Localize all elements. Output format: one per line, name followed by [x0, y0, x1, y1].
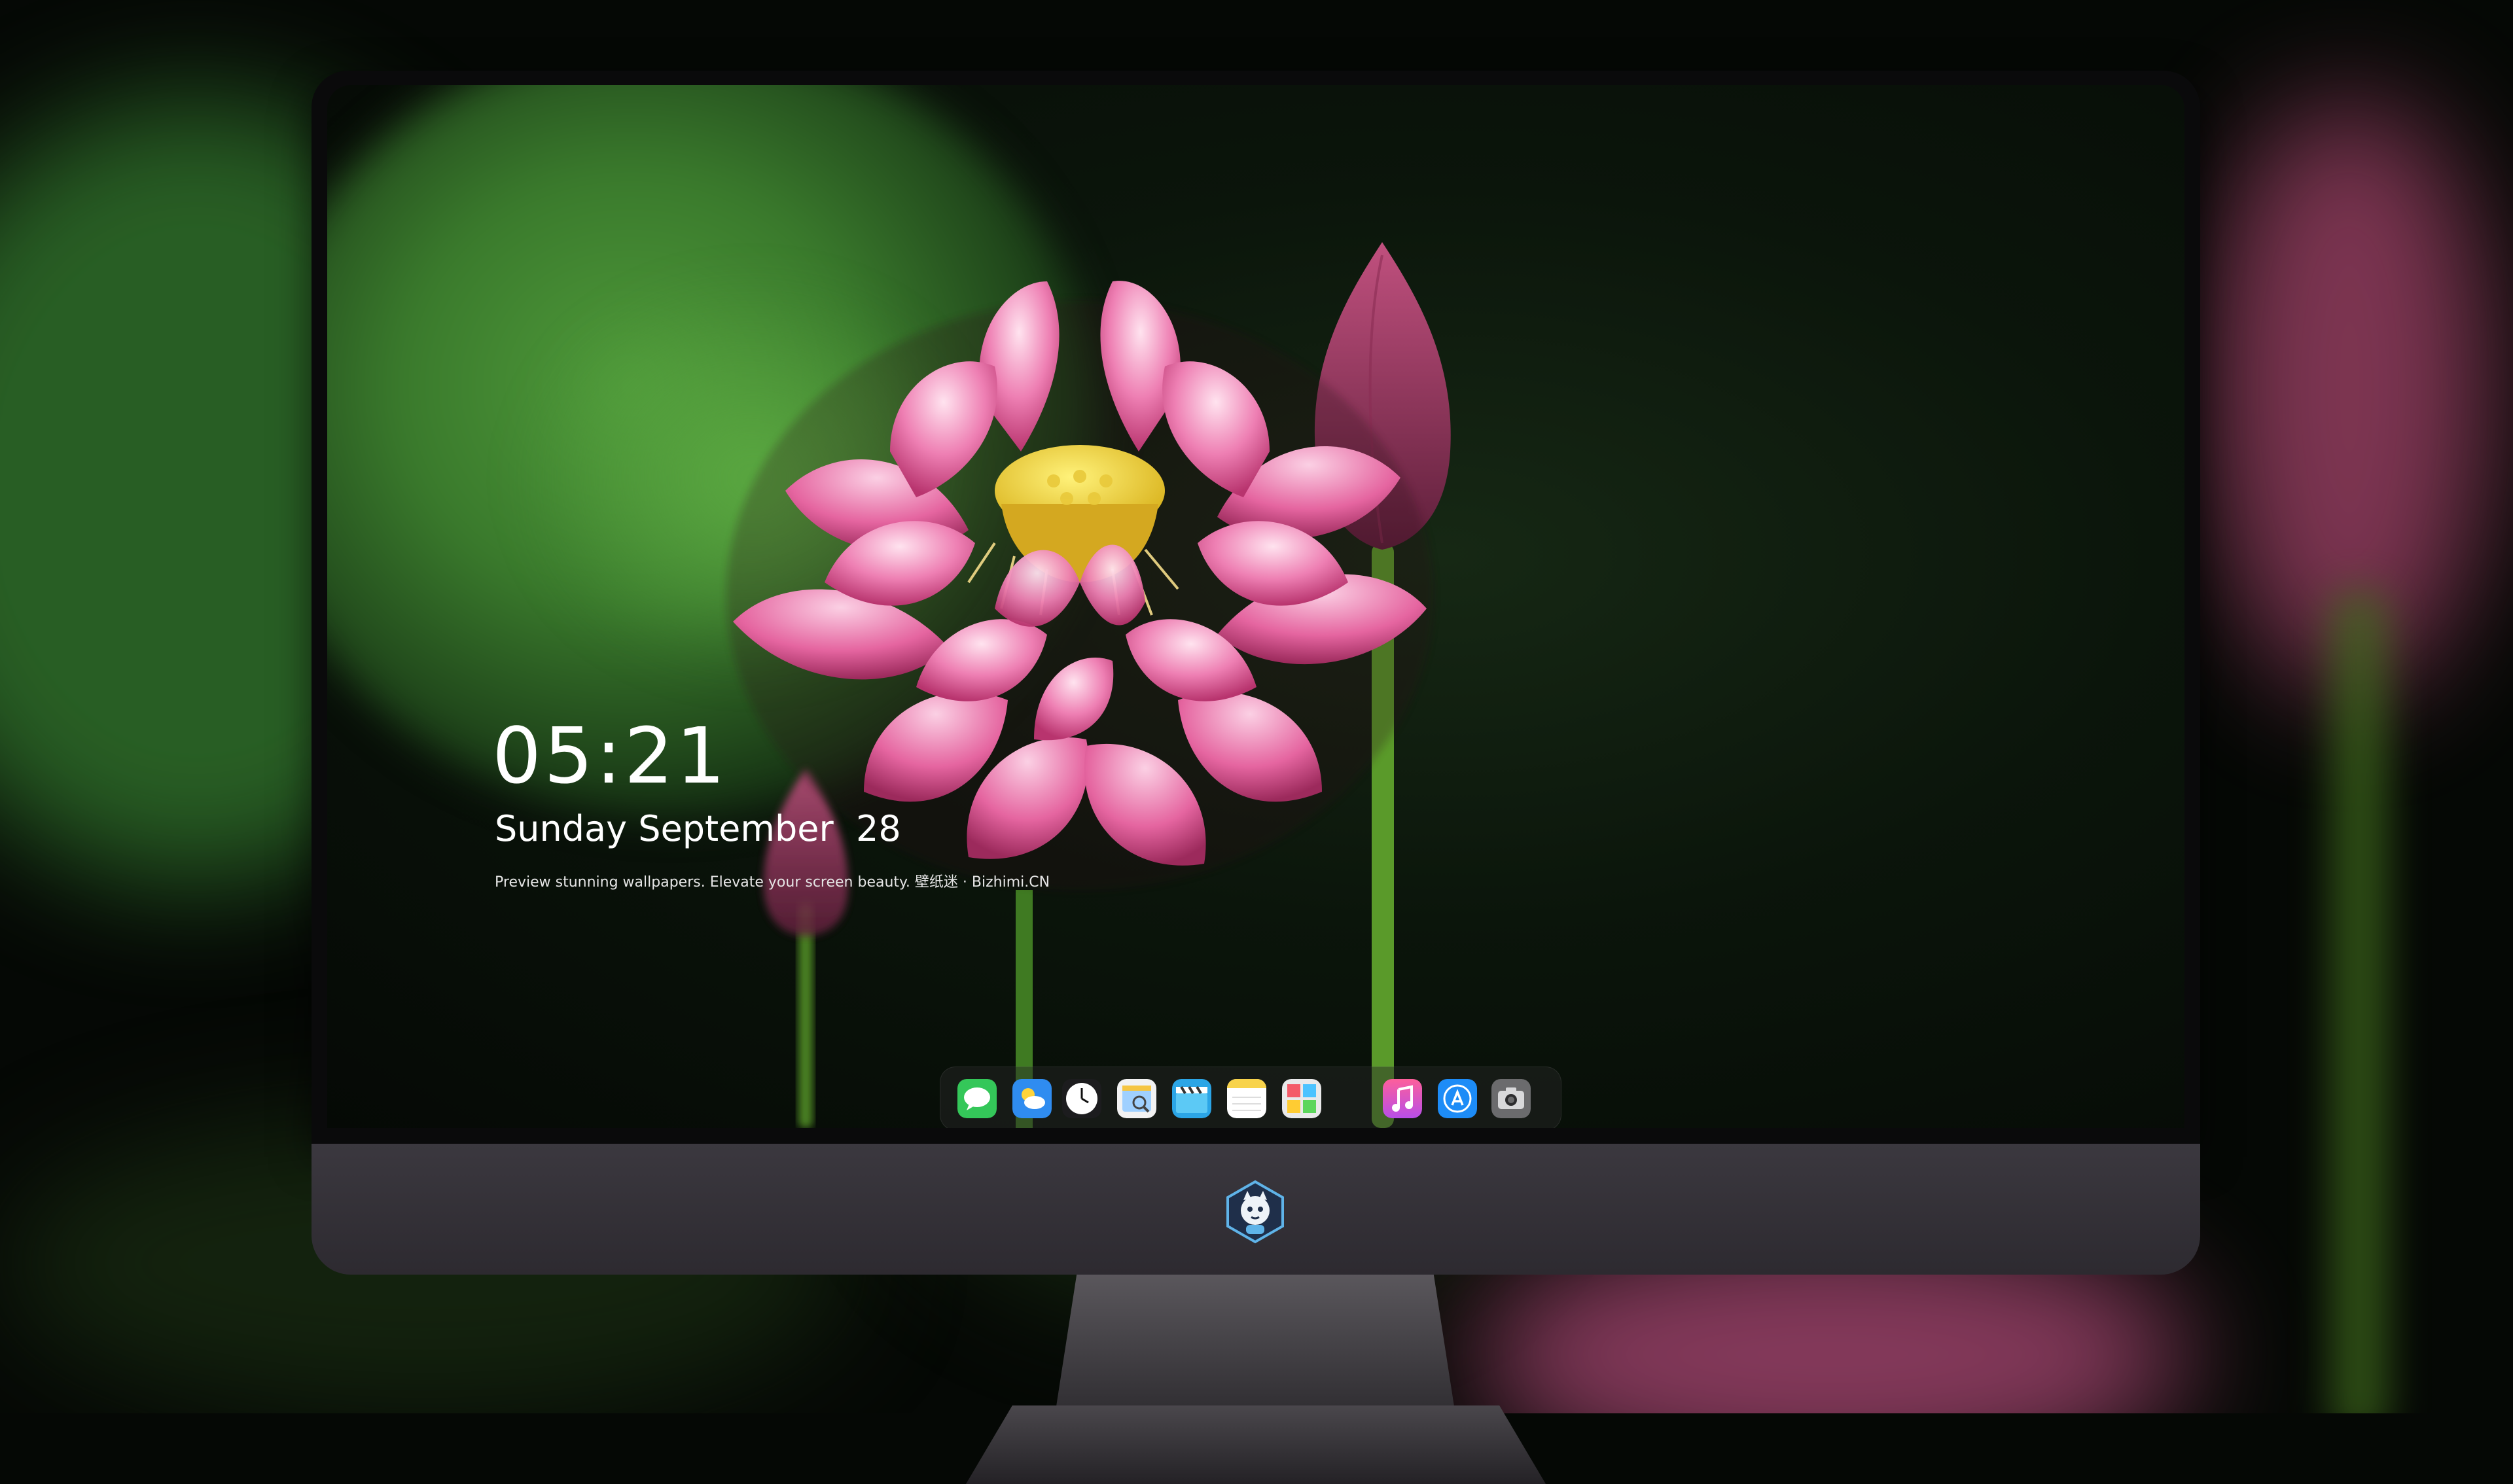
- lock-screen-time: 05:21: [492, 711, 728, 801]
- photo-booth-icon[interactable]: [1282, 1079, 1321, 1118]
- preview-icon[interactable]: [1117, 1079, 1156, 1118]
- lock-screen-date: Sunday September 28: [495, 808, 901, 849]
- messages-icon[interactable]: [957, 1079, 997, 1118]
- dock: [940, 1067, 1561, 1128]
- left-bud-stem: [798, 903, 813, 1128]
- backdrop-stem: [2330, 589, 2389, 1413]
- monitor-stand-foot: [966, 1405, 1546, 1484]
- lotus-wallpaper: [726, 242, 1451, 1128]
- lock-screen[interactable]: 05:21 Sunday September 28 Preview stunni…: [327, 85, 2184, 1128]
- app-store-icon[interactable]: [1438, 1079, 1477, 1118]
- camera-icon[interactable]: [1491, 1079, 1531, 1118]
- mascot-logo-icon: [1226, 1180, 1284, 1244]
- imac-monitor: 05:21 Sunday September 28 Preview stunni…: [312, 71, 2200, 1484]
- monitor-chin: [312, 1144, 2200, 1275]
- clock-icon[interactable]: [1062, 1079, 1101, 1118]
- music-icon[interactable]: [1383, 1079, 1422, 1118]
- weather-icon[interactable]: [1012, 1079, 1052, 1118]
- notes-icon[interactable]: [1227, 1079, 1266, 1118]
- lock-screen-tagline: Preview stunning wallpapers. Elevate you…: [495, 874, 1050, 891]
- clips-icon[interactable]: [1172, 1079, 1211, 1118]
